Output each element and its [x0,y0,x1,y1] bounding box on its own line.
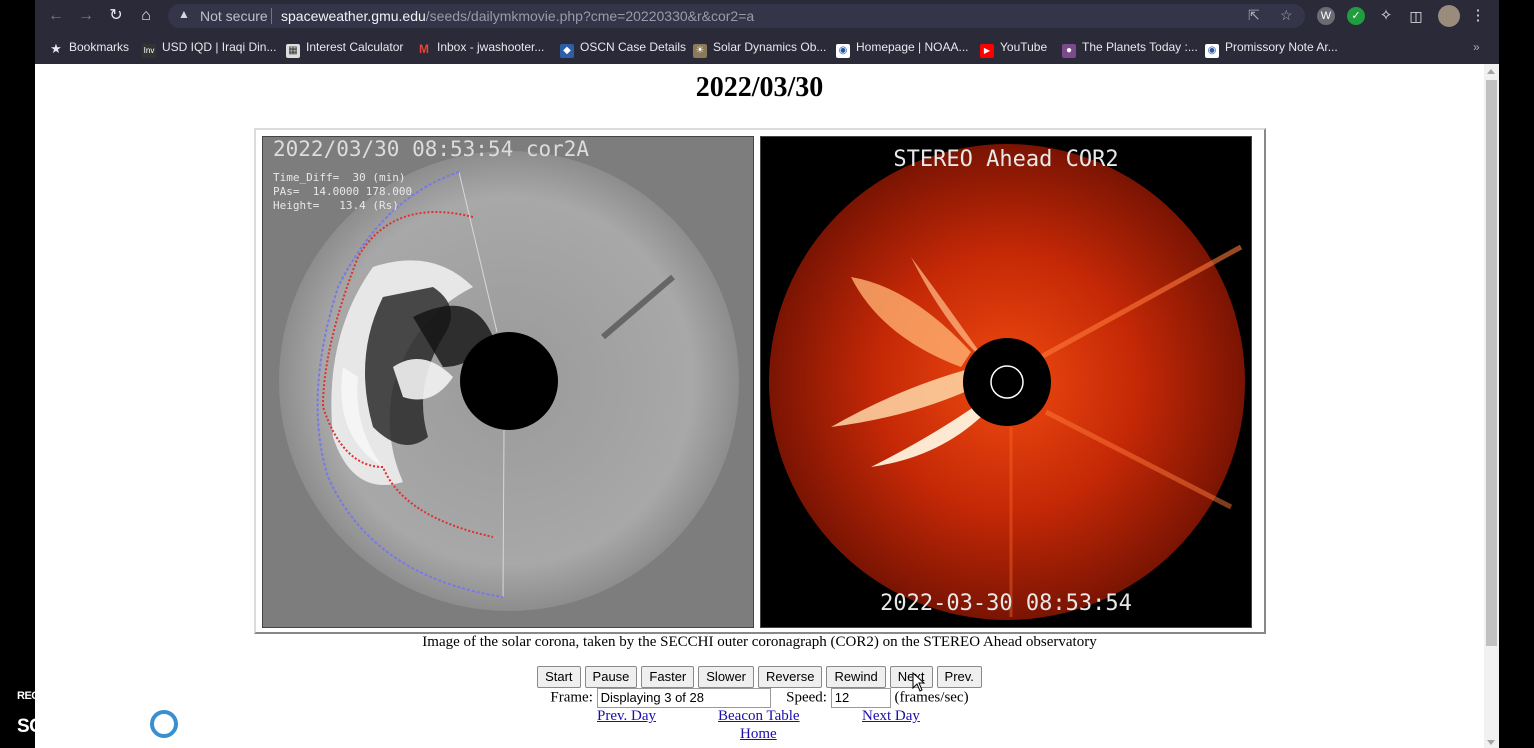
start-button[interactable]: Start [537,666,581,688]
star-icon: ★ [50,41,62,56]
web-page: 2022/03/30 2022/03/30 08:53:54 cor2A Tim… [35,64,1484,748]
bookmark-oscn[interactable]: ◆ OSCN Case Details [560,39,686,58]
extension-check-icon[interactable]: ✓ [1347,7,1365,25]
warning-icon: ▲ [178,7,190,21]
bookmark-planets-today[interactable]: ● The Planets Today :... [1062,39,1198,58]
frame-label: Frame: [550,689,593,706]
bookmarks-bar: ★ Bookmarks Inv USD IQD | Iraqi Din... ▦ In… [35,32,1499,62]
scroll-up-icon[interactable] [1487,69,1495,74]
slower-button[interactable]: Slower [698,666,755,688]
right-image-header: STEREO Ahead COR2 [893,147,1119,172]
watermark-logo: SCREENCAST MATIC [17,710,241,738]
bookmark-bookmarks[interactable]: ★ Bookmarks [49,39,129,56]
pause-button[interactable]: Pause [584,666,638,688]
menu-icon[interactable]: ⋮ [1469,7,1487,25]
bookmark-noaa[interactable]: ◉ Homepage | NOAA... [836,39,969,58]
profile-avatar[interactable] [1438,5,1460,27]
movie-frame: 2022/03/30 08:53:54 cor2A Time_Diff= 30 … [254,128,1266,634]
extension-w-icon[interactable]: W [1317,7,1335,25]
forward-icon[interactable]: → [76,6,96,26]
bookmark-usd-iqd[interactable]: Inv USD IQD | Iraqi Din... [142,39,276,58]
left-image-header: 2022/03/30 08:53:54 cor2A [273,137,590,161]
right-image-timestamp: 2022-03-30 08:53:54 [880,591,1132,616]
sdo-favicon: ☀ [693,44,707,58]
coronagraph-graphic [769,144,1245,620]
bookmark-gmail-inbox[interactable]: M Inbox - jwashooter... [417,39,544,56]
scroll-down-icon[interactable] [1487,740,1495,745]
speed-unit: (frames/sec) [894,689,969,706]
screencast-watermark: RECORDED WITH SCREENCAST MATIC [0,688,241,748]
left-image-height: Height= 13.4 (Rs) [273,199,399,212]
left-image-pas: PAs= 14.0000 178.000 [273,185,413,198]
speed-label: Speed: [786,689,827,706]
browser-toolbar: ← → ↻ ⌂ ▲ Not secure spaceweather.gmu.ed… [35,0,1499,32]
gmail-favicon: M [419,42,429,56]
bookmark-star-icon[interactable]: ☆ [1280,7,1293,24]
speed-field[interactable]: 12 [830,688,891,708]
reload-icon[interactable]: ↻ [106,6,126,26]
home-icon[interactable]: ⌂ [136,6,156,26]
home-link[interactable]: Home [740,726,777,743]
reverse-button[interactable]: Reverse [758,666,823,688]
omnibox-divider [271,8,272,24]
page-title: 2022/03/30 [695,72,824,103]
prev-day-link[interactable]: Prev. Day [597,708,656,725]
noaa-favicon: ◉ [836,44,850,58]
screencast-logo-icon [149,710,178,738]
youtube-favicon: ▶ [980,44,994,58]
document-favicon: ◉ [1205,44,1219,58]
movie-controls: Start Pause Faster Slower Reverse Rewind… [35,666,1484,688]
bookmark-interest-calculator[interactable]: ▦ Interest Calculator [286,39,403,58]
prev-button[interactable]: Prev. [936,666,982,688]
scroll-thumb[interactable] [1486,80,1497,646]
calculator-favicon: ▦ [286,44,300,58]
rewind-button[interactable]: Rewind [826,666,886,688]
url-text[interactable]: spaceweather.gmu.edu/seeds/dailymkmovie.… [281,8,754,24]
stereo-cor2-image: STEREO Ahead COR2 2022-03-30 08:53:54 [760,136,1252,628]
share-icon[interactable]: ⇱ [1248,7,1260,24]
browser-chrome: ← → ↻ ⌂ ▲ Not secure spaceweather.gmu.ed… [35,0,1499,64]
faster-button[interactable]: Faster [641,666,695,688]
oscn-favicon: ◆ [560,44,574,58]
more-bookmarks-icon[interactable]: » [1473,39,1480,55]
side-panel-icon[interactable]: ◫ [1407,7,1425,25]
extensions-puzzle-icon[interactable]: ✧ [1377,7,1395,25]
security-label: Not secure [200,8,268,24]
planets-favicon: ● [1062,44,1076,58]
mouse-cursor-icon [912,672,926,692]
next-day-link[interactable]: Next Day [862,708,920,725]
page-scrollbar[interactable] [1484,64,1499,748]
image-caption: Image of the solar corona, taken by the … [422,634,1097,650]
back-icon[interactable]: ← [46,6,66,26]
frame-field[interactable]: Displaying 3 of 28 [596,688,771,708]
left-image-time-diff: Time_Diff= 30 (min) [273,171,406,184]
frame-speed-row: Frame: Displaying 3 of 28 Speed: 12 (fra… [35,688,1484,708]
bookmark-youtube[interactable]: ▶ YouTube [980,39,1047,58]
inv-favicon: Inv [142,44,156,58]
cor2a-difference-image: 2022/03/30 08:53:54 cor2A Time_Diff= 30 … [262,136,754,628]
watermark-recorded-with: RECORDED WITH [17,690,105,702]
beacon-table-link[interactable]: Beacon Table [718,708,800,725]
bookmark-promissory-note[interactable]: ◉ Promissory Note Ar... [1205,39,1338,58]
address-bar[interactable]: ▲ Not secure spaceweather.gmu.edu/seeds/… [168,4,1305,28]
bookmark-solar-dynamics[interactable]: ☀ Solar Dynamics Ob... [693,39,826,58]
